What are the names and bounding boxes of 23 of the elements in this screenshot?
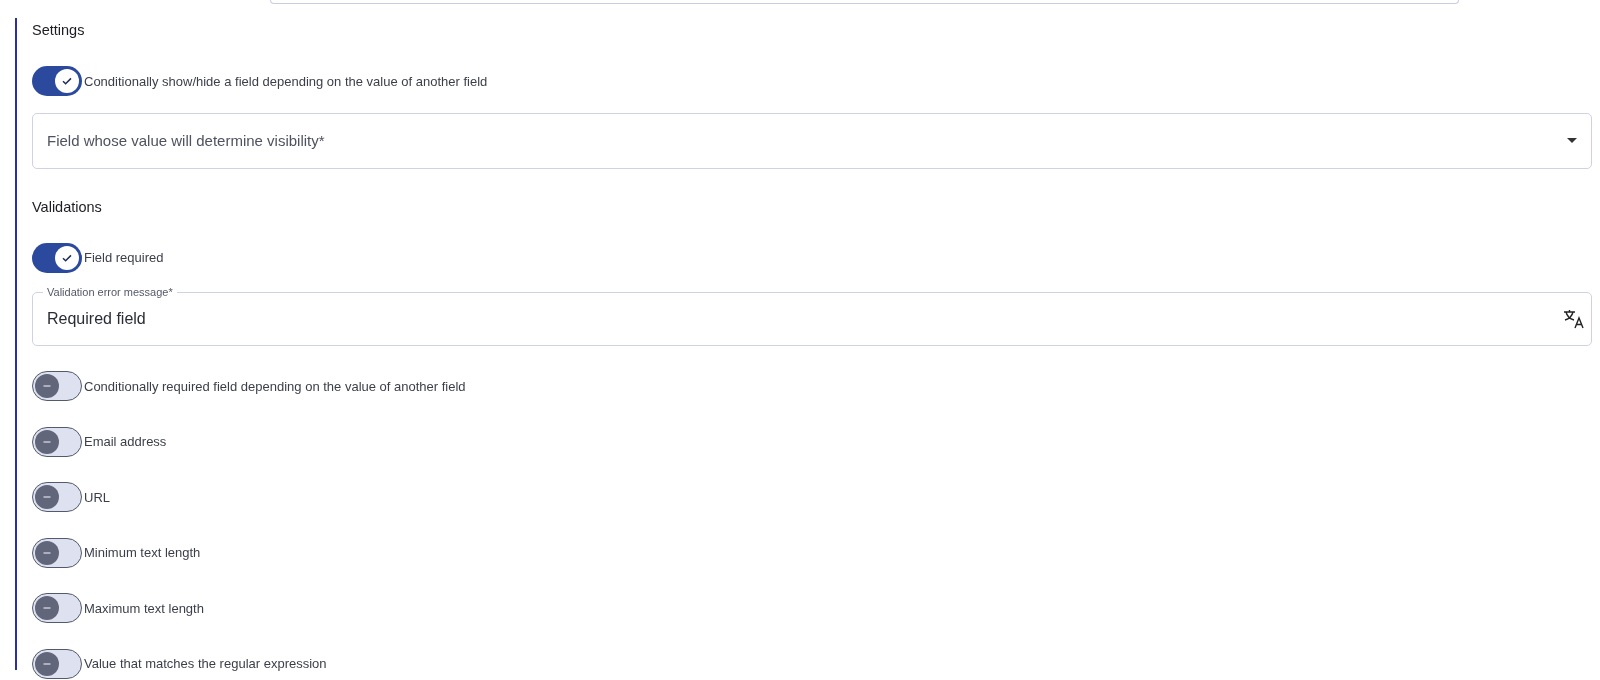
toggle-label: Minimum text length — [84, 545, 201, 560]
toggle-switch[interactable] — [32, 482, 82, 512]
section-heading: Validations — [32, 197, 103, 217]
toggle-switch[interactable] — [32, 242, 82, 273]
toggle-label: Value that matches the regular expression — [84, 656, 327, 671]
select-field[interactable]: Field whose value will determine visibility* — [32, 112, 1592, 169]
toggle-label: Maximum text length — [84, 600, 204, 616]
field-label: Validation error message* — [43, 285, 177, 299]
toggle-switch[interactable] — [32, 593, 82, 623]
section-heading: Settings — [32, 21, 86, 40]
toggle-switch[interactable] — [32, 426, 82, 457]
toggle-switch[interactable] — [32, 371, 82, 401]
toggle-label: Conditionally show/hide a field depending on the value of another field — [84, 73, 488, 89]
toggle-label: Field required — [84, 250, 164, 265]
translate-icon[interactable] — [1563, 309, 1585, 329]
caret-icon — [1567, 138, 1577, 143]
check-icon — [61, 75, 73, 87]
toggle-switch[interactable] — [32, 648, 82, 679]
toggle-label: Email address — [84, 434, 167, 449]
toggle-switch[interactable] — [32, 66, 82, 96]
toggle-label: Conditionally required field depending on the value of another field — [84, 378, 466, 394]
toggle-switch[interactable] — [32, 537, 82, 568]
toggle-label: URL — [84, 489, 110, 505]
